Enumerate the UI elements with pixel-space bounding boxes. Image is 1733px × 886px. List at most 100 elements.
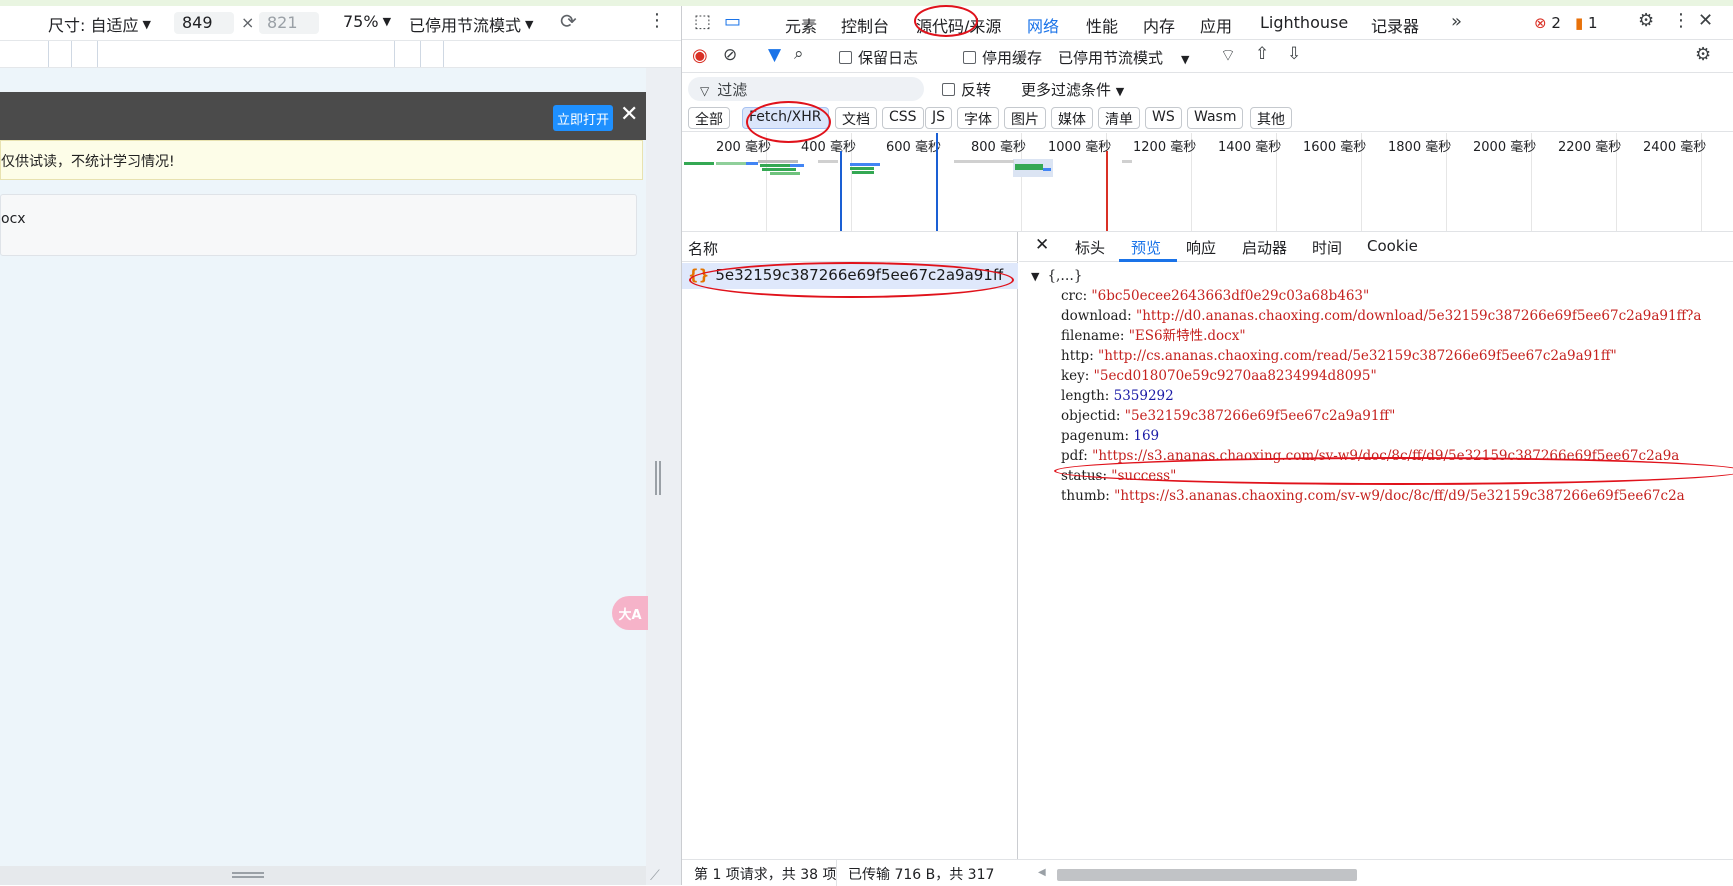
json-key: thumb [1061,488,1106,504]
tab-recorder[interactable]: 记录器 [1371,13,1419,37]
filter-placeholder: 过滤 [717,81,748,99]
waterfall-bar [1122,160,1132,163]
scrollbar-thumb[interactable] [1057,869,1357,881]
disable-cache-checkbox[interactable]: 停用缓存 [963,47,1042,68]
search-icon[interactable]: ⌕ [794,44,804,64]
json-field-crc[interactable]: crc: "6bc50ecee2643663df0e29c03a68b463" [1061,286,1369,306]
request-details: ✕ 标头 预览 响应 启动器 时间 Cookie ▼ {,…} crc: "6bc… [1019,232,1733,859]
filter-manifest[interactable]: 清单 [1098,107,1140,129]
annotation-network-tab [914,5,978,37]
device-emulation-area: 尺寸: 自适应 ▼ 849 × 821 75% ▼ 已停用节流模式 ▼ ⟳ ⋮ … [0,6,681,885]
annotation-fetch-xhr [746,101,831,143]
clear-icon[interactable]: ⊘ [723,45,737,65]
column-header-name[interactable]: 名称 [682,232,1018,262]
tab-lighthouse[interactable]: Lighthouse [1260,13,1348,32]
network-timeline-overview[interactable]: 200 毫秒 400 毫秒 600 毫秒 800 毫秒 1000 毫秒 1200… [682,133,1733,232]
corner-resize-icon[interactable]: ⟋ [650,868,660,884]
ruler-tick [71,41,72,67]
filter-doc[interactable]: 文档 [835,107,877,129]
zoom-dropdown[interactable]: 75% ▼ [343,12,391,31]
tab-application[interactable]: 应用 [1200,13,1232,37]
json-field-filename[interactable]: filename: "ES6新特性.docx" [1061,326,1246,346]
json-key: filename [1061,328,1120,344]
width-input[interactable]: 849 [174,12,234,34]
scroll-left-icon[interactable]: ◀ [1038,867,1046,878]
tab-performance[interactable]: 性能 [1086,13,1118,37]
tab-memory[interactable]: 内存 [1143,13,1175,37]
resize-bar[interactable] [0,866,646,885]
tab-cookies[interactable]: Cookie [1367,237,1418,255]
json-field-key[interactable]: key: "5ecd018070e59c9270aa8234994d8095" [1061,366,1377,386]
tab-console[interactable]: 控制台 [841,13,889,37]
filter-css[interactable]: CSS [882,107,924,129]
filter-js[interactable]: JS [925,107,953,129]
filter-other[interactable]: 其他 [1250,107,1292,129]
settings-icon[interactable]: ⚙ [1638,10,1654,31]
error-icon: ⊗ [1534,14,1547,32]
filter-input[interactable]: ▽ 过滤 [688,77,924,101]
annotation-pdf-field [1054,457,1733,485]
warning-icon: ▮ [1575,14,1584,32]
tab-preview[interactable]: 预览 [1131,237,1161,258]
json-field-pagenum[interactable]: pagenum: 169 [1061,426,1159,446]
more-options-icon[interactable]: ⋮ [1672,10,1690,31]
waterfall-bar [716,162,746,165]
invert-checkbox[interactable]: 反转 [942,79,991,100]
preserve-log-checkbox[interactable]: 保留日志 [839,47,918,68]
close-details-icon[interactable]: ✕ [1035,235,1049,255]
horizontal-scrollbar[interactable]: ◀ [1034,867,1733,881]
timeline-tick-label: 1400 毫秒 [1218,140,1282,155]
timeline-tick-label: 1000 毫秒 [1048,140,1112,155]
times-icon: × [241,13,255,32]
file-card[interactable]: ocx [0,194,637,256]
throttle-dropdown[interactable]: 已停用节流模式 ▼ [409,12,533,36]
resize-grip-icon[interactable] [232,872,264,878]
tab-network[interactable]: 网络 [1027,13,1059,37]
tab-headers[interactable]: 标头 [1075,237,1105,258]
more-options-icon[interactable]: ⋮ [648,10,666,31]
json-root[interactable]: ▼ {,…} [1031,266,1082,287]
tab-response[interactable]: 响应 [1186,237,1216,258]
warning-indicator[interactable]: ▮ 1 [1575,14,1598,32]
side-resize-handle[interactable] [655,461,661,495]
more-filters-dropdown[interactable]: 更多过滤条件 ▼ [1021,79,1124,100]
json-field-thumb[interactable]: thumb: "https://s3.ananas.chaoxing.com/s… [1061,486,1685,506]
json-field-http[interactable]: http: "http://cs.ananas.chaoxing.com/rea… [1061,346,1617,366]
translate-float-button[interactable]: 大A [612,596,648,630]
filter-wasm[interactable]: Wasm [1187,107,1244,129]
invert-label: 反转 [961,81,992,99]
filter-media[interactable]: 媒体 [1051,107,1093,129]
chevron-down-icon: ▼ [1115,85,1125,98]
open-now-button[interactable]: 立即打开 [553,105,613,131]
import-har-icon[interactable]: ⇧ [1255,44,1269,64]
json-field-length[interactable]: length: 5359292 [1061,386,1174,406]
rotate-icon[interactable]: ⟳ [560,9,577,33]
filter-font[interactable]: 字体 [957,107,999,129]
network-settings-icon[interactable]: ⚙ [1695,44,1711,65]
close-devtools-icon[interactable]: ✕ [1698,10,1713,31]
json-field-objectid[interactable]: objectid: "5e32159c387266e69f5ee67c2a9a9… [1061,406,1395,426]
json-key: pdf [1061,448,1084,464]
tab-elements[interactable]: 元素 [785,13,817,37]
json-field-download[interactable]: download: "http://d0.ananas.chaoxing.com… [1061,306,1701,326]
devtools-tabbar: ⬚ ▭ 元素 控制台 源代码/来源 网络 性能 内存 应用 Lighthouse… [682,6,1733,40]
device-toggle-icon[interactable]: ▭ [724,11,741,32]
size-dropdown[interactable]: 尺寸: 自适应 ▼ [48,12,151,36]
inspect-element-icon[interactable]: ⬚ [694,11,711,32]
filter-all[interactable]: 全部 [688,107,730,129]
json-value: "6bc50ecee2643663df0e29c03a68b463" [1091,288,1370,304]
close-icon[interactable]: ✕ [620,104,638,126]
more-tabs-icon[interactable]: » [1451,11,1462,32]
export-har-icon[interactable]: ⇩ [1287,44,1301,64]
tab-initiator[interactable]: 启动器 [1242,237,1287,258]
record-icon[interactable]: ◉ [692,45,708,66]
height-input[interactable]: 821 [259,12,319,34]
network-throttle-dropdown[interactable]: 已停用节流模式 ▼ [1058,47,1189,68]
filter-icon[interactable]: ▼ [768,45,781,65]
filter-img[interactable]: 图片 [1004,107,1046,129]
tab-timing[interactable]: 时间 [1312,237,1342,258]
filter-ws[interactable]: WS [1145,107,1182,129]
timeline-tick-label: 800 毫秒 [971,140,1026,155]
network-conditions-icon[interactable]: ⌔ [1220,45,1236,66]
error-indicator[interactable]: ⊗ 2 [1534,14,1561,32]
